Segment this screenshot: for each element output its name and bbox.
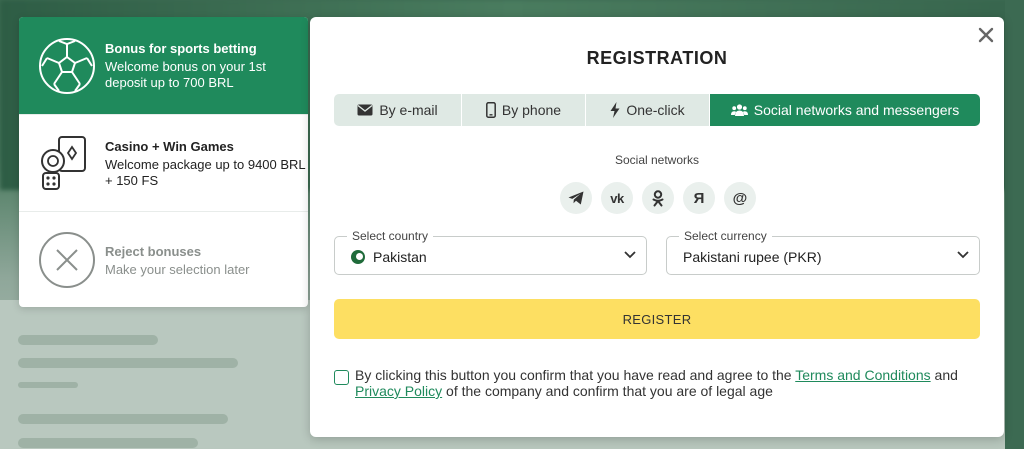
tab-phone[interactable]: By phone xyxy=(462,94,586,126)
social-networks-label: Social networks xyxy=(614,153,700,167)
bonus-title: Casino + Win Games xyxy=(105,138,234,154)
mail-button[interactable]: @ xyxy=(724,182,756,214)
country-name: Pakistan xyxy=(373,249,427,265)
tab-social-networks[interactable]: Social networks and messengers xyxy=(710,94,980,126)
modal-title: REGISTRATION xyxy=(586,48,728,68)
tab-email[interactable]: By e-mail xyxy=(334,94,462,126)
background-row xyxy=(18,438,198,448)
agreement-text-part: By clicking this button you confirm that… xyxy=(355,367,796,383)
currency-select-label: Select currency xyxy=(679,229,772,243)
tab-label: By phone xyxy=(501,102,562,118)
bonus-title: Reject bonuses xyxy=(105,243,202,259)
bonus-description: Make your selection later xyxy=(105,261,250,277)
yandex-icon: Я xyxy=(693,189,705,207)
phone-icon xyxy=(485,102,496,118)
pakistan-flag-icon xyxy=(351,250,365,264)
tab-label: One-click xyxy=(626,102,685,118)
bonus-title: Bonus for sports betting xyxy=(105,41,257,56)
odnoklassniki-icon xyxy=(652,189,664,206)
bonus-description: Welcome bonus on your 1st deposit up to … xyxy=(105,59,266,90)
social-buttons: vk Я @ xyxy=(560,182,756,214)
country-select[interactable]: Select country Pakistan xyxy=(334,229,647,275)
telegram-icon xyxy=(568,191,584,205)
currency-select[interactable]: Select currency Pakistani rupee (PKR) xyxy=(666,229,980,275)
privacy-policy-link[interactable]: Privacy Policy xyxy=(355,383,442,399)
vk-icon: vk xyxy=(610,190,624,206)
background-row xyxy=(18,358,238,368)
close-icon[interactable] xyxy=(976,25,996,45)
bonus-reject[interactable]: Reject bonuses Make your selection later xyxy=(19,211,308,307)
mail-at-icon: @ xyxy=(732,189,748,207)
bonus-panel: Bonus for sports betting Welcome bonus o… xyxy=(19,17,308,307)
soccer-ball-icon xyxy=(39,37,95,94)
users-icon xyxy=(730,104,748,116)
tab-label: By e-mail xyxy=(379,102,438,118)
agreement-checkbox[interactable] xyxy=(334,370,349,385)
agreement-text-part: of the company and confirm that you are … xyxy=(442,383,773,399)
background-edge xyxy=(1005,0,1024,449)
vk-button[interactable]: vk xyxy=(601,182,633,214)
agreement-text: By clicking this button you confirm that… xyxy=(355,367,980,399)
background-list xyxy=(0,300,310,449)
casino-cards-icon xyxy=(41,136,86,190)
bonus-description: Welcome package up to 9400 BRL + 150 FS xyxy=(105,156,306,188)
registration-modal: REGISTRATION By e-mail By phone One-clic… xyxy=(310,17,1004,437)
background-row xyxy=(18,414,228,424)
background-row xyxy=(18,335,158,345)
odnoklassniki-button[interactable] xyxy=(642,182,674,214)
envelope-icon xyxy=(357,104,373,116)
close-circle-icon xyxy=(39,232,95,288)
country-select-value: Pakistan xyxy=(351,249,427,265)
telegram-button[interactable] xyxy=(560,182,592,214)
yandex-button[interactable]: Я xyxy=(683,182,715,214)
register-button[interactable]: REGISTER xyxy=(334,299,980,339)
agreement-text-part: and xyxy=(930,367,958,383)
chevron-down-icon xyxy=(957,251,969,259)
country-select-label: Select country xyxy=(347,229,434,243)
terms-link[interactable]: Terms and Conditions xyxy=(795,367,930,383)
bonus-casino[interactable]: Casino + Win Games Welcome package up to… xyxy=(19,114,308,211)
currency-select-value: Pakistani rupee (PKR) xyxy=(683,249,822,265)
registration-tabs: By e-mail By phone One-click Social netw… xyxy=(334,94,980,126)
tab-label: Social networks and messengers xyxy=(753,102,960,118)
background-row xyxy=(18,382,78,388)
lightning-icon xyxy=(610,102,620,118)
agreement: By clicking this button you confirm that… xyxy=(334,367,980,399)
bonus-sports-betting[interactable]: Bonus for sports betting Welcome bonus o… xyxy=(19,17,308,114)
chevron-down-icon xyxy=(624,251,636,259)
tab-one-click[interactable]: One-click xyxy=(586,94,710,126)
